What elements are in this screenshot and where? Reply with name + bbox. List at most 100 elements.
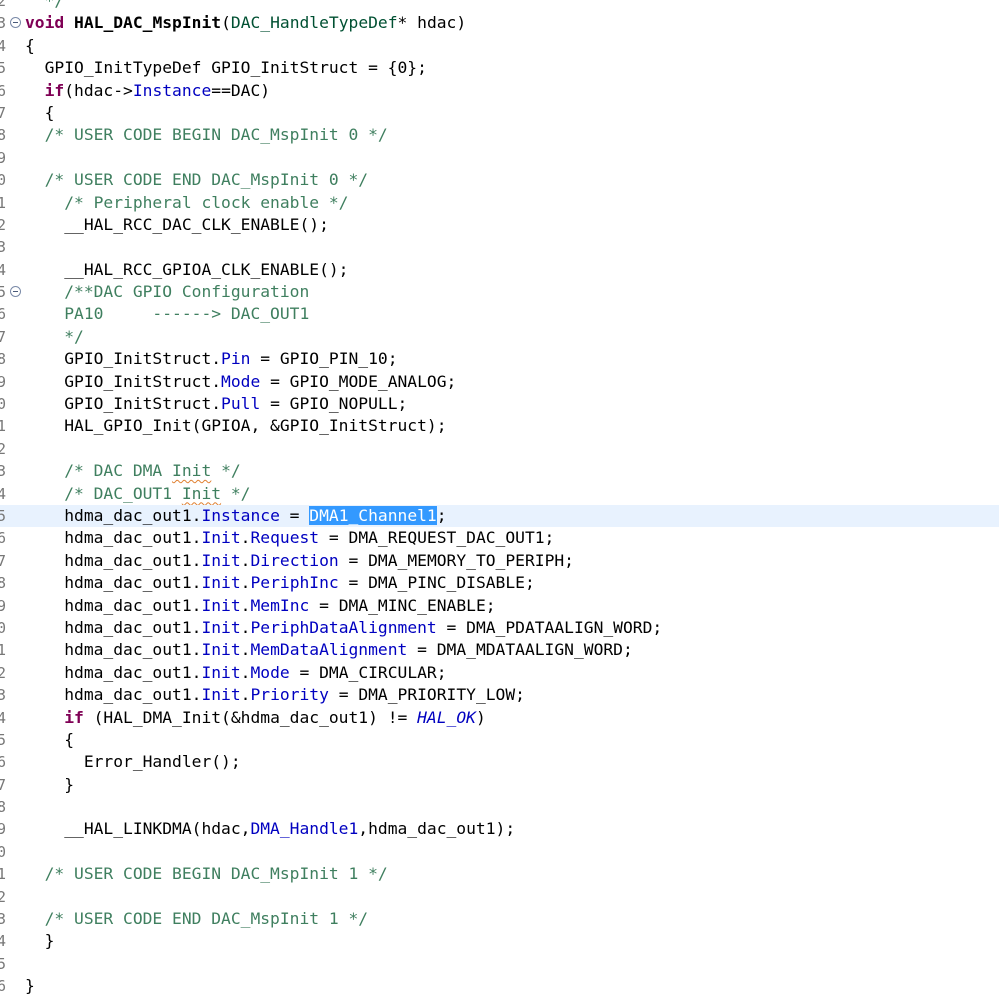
code-editor[interactable]: 2 */3 void HAL_DAC_MspInit(DAC_HandleType… xyxy=(0,0,999,998)
code-token: __HAL_RCC_GPIOA_CLK_ENABLE(); xyxy=(25,259,349,279)
line-number: 7 xyxy=(0,327,7,346)
line-number: 6 xyxy=(0,529,7,548)
code-line[interactable]: 8 xyxy=(0,796,999,818)
code-text: /* USER CODE BEGIN DAC_MspInit 1 */ xyxy=(25,863,388,885)
code-token: /* USER CODE END DAC_MspInit 0 */ xyxy=(25,170,369,190)
code-line[interactable]: 3 /* USER CODE END DAC_MspInit 1 */ xyxy=(0,908,999,930)
line-number: 6 xyxy=(0,753,7,772)
code-text: hdma_dac_out1.Init.Direction = DMA_MEMOR… xyxy=(25,550,574,572)
code-text: { xyxy=(25,102,55,124)
code-token: ( xyxy=(221,13,231,33)
code-token: Init xyxy=(201,640,241,660)
code-line[interactable]: 2 xyxy=(0,438,999,460)
line-number: 4 xyxy=(0,708,7,727)
code-line[interactable]: 1 hdma_dac_out1.Init.MemDataAlignment = … xyxy=(0,639,999,661)
code-token: } xyxy=(25,774,75,794)
code-text: } xyxy=(25,975,35,997)
code-line[interactable]: 3 void HAL_DAC_MspInit(DAC_HandleTypeDef*… xyxy=(0,12,999,34)
code-line[interactable]: 9 GPIO_InitStruct.Mode = GPIO_MODE_ANALO… xyxy=(0,371,999,393)
code-token: Pull xyxy=(221,394,261,414)
code-line[interactable]: 3 hdma_dac_out1.Init.Priority = DMA_PRIO… xyxy=(0,684,999,706)
code-line[interactable]: 2 hdma_dac_out1.Init.Mode = DMA_CIRCULAR… xyxy=(0,662,999,684)
code-line[interactable]: 6 PA10 ------> DAC_OUT1 xyxy=(0,303,999,325)
code-line[interactable]: 3 xyxy=(0,236,999,258)
code-line[interactable]: 4{ xyxy=(0,35,999,57)
code-text: hdma_dac_out1.Init.MemDataAlignment = DM… xyxy=(25,639,633,661)
code-line[interactable]: 7 hdma_dac_out1.Init.Direction = DMA_MEM… xyxy=(0,550,999,572)
code-line[interactable]: 4 __HAL_RCC_GPIOA_CLK_ENABLE(); xyxy=(0,259,999,281)
code-line[interactable]: 2 __HAL_RCC_DAC_CLK_ENABLE(); xyxy=(0,214,999,236)
code-line[interactable]: 9 xyxy=(0,147,999,169)
code-token: MemInc xyxy=(250,595,310,615)
code-text: HAL_GPIO_Init(GPIOA, &GPIO_InitStruct); xyxy=(25,415,446,437)
code-line[interactable]: 5 hdma_dac_out1.Instance = DMA1_Channel1… xyxy=(0,504,999,528)
line-number: 0 xyxy=(0,842,7,861)
code-token: * hdac) xyxy=(397,13,467,33)
code-line[interactable]: 1 /* USER CODE BEGIN DAC_MspInit 1 */ xyxy=(0,863,999,885)
code-line[interactable]: 5 /**DAC GPIO Configuration xyxy=(0,281,999,303)
code-line[interactable]: 6 Error_Handler(); xyxy=(0,751,999,773)
code-line[interactable]: 2 xyxy=(0,886,999,908)
code-line[interactable]: 2 */ xyxy=(0,0,999,12)
code-token: Mode xyxy=(221,371,261,391)
code-line[interactable]: 7 */ xyxy=(0,326,999,348)
code-text: /* USER CODE BEGIN DAC_MspInit 0 */ xyxy=(25,124,388,146)
code-line[interactable]: 1 HAL_GPIO_Init(GPIOA, &GPIO_InitStruct)… xyxy=(0,415,999,437)
code-token: . xyxy=(240,685,251,705)
code-token: DAC_HandleTypeDef xyxy=(230,13,398,33)
code-token: hdma_dac_out1. xyxy=(25,573,202,593)
code-line[interactable]: 0 /* USER CODE END DAC_MspInit 0 */ xyxy=(0,169,999,191)
line-number: 3 xyxy=(0,462,7,481)
code-line[interactable]: 6 hdma_dac_out1.Init.Request = DMA_REQUE… xyxy=(0,527,999,549)
code-token: */ xyxy=(211,461,241,481)
code-line[interactable]: 9 __HAL_LINKDMA(hdac,DMA_Handle1,hdma_da… xyxy=(0,818,999,840)
code-token: */ xyxy=(221,483,251,503)
code-token: Pin xyxy=(221,349,251,369)
line-number: 4 xyxy=(0,260,7,279)
code-text: if(hdac->Instance==DAC) xyxy=(25,80,270,102)
code-line[interactable]: 4 if (HAL_DMA_Init(&hdma_dac_out1) != HA… xyxy=(0,707,999,729)
code-token: hdma_dac_out1. xyxy=(25,685,202,705)
line-number: 1 xyxy=(0,641,7,660)
code-token: . xyxy=(240,617,251,637)
code-token: } xyxy=(25,976,35,996)
code-line[interactable]: 8 GPIO_InitStruct.Pin = GPIO_PIN_10; xyxy=(0,348,999,370)
code-text: /* USER CODE END DAC_MspInit 1 */ xyxy=(25,908,368,930)
code-line[interactable]: 3 /* DAC DMA Init */ xyxy=(0,460,999,482)
code-text: hdma_dac_out1.Init.Priority = DMA_PRIORI… xyxy=(25,684,525,706)
fold-toggle-icon[interactable] xyxy=(10,286,21,298)
code-text: __HAL_RCC_DAC_CLK_ENABLE(); xyxy=(25,214,329,236)
code-line[interactable]: 8 hdma_dac_out1.Init.PeriphInc = DMA_PIN… xyxy=(0,572,999,594)
line-number: 0 xyxy=(0,171,7,190)
selected-text: DMA1_Channel1 xyxy=(309,505,437,525)
code-line[interactable]: 6 if(hdac->Instance==DAC) xyxy=(0,80,999,102)
code-line[interactable]: 4 /* DAC_OUT1 Init */ xyxy=(0,483,999,505)
code-text: hdma_dac_out1.Init.MemInc = DMA_MINC_ENA… xyxy=(25,595,495,617)
code-token: } xyxy=(25,931,55,951)
code-token: Init xyxy=(201,662,241,682)
line-number: 3 xyxy=(0,910,7,929)
code-token: Init xyxy=(201,528,241,548)
code-line[interactable]: 9 hdma_dac_out1.Init.MemInc = DMA_MINC_E… xyxy=(0,595,999,617)
code-line[interactable]: 7 } xyxy=(0,774,999,796)
code-line[interactable]: 4 } xyxy=(0,930,999,952)
code-line[interactable]: 1 /* Peripheral clock enable */ xyxy=(0,192,999,214)
code-line[interactable]: 0 xyxy=(0,841,999,863)
code-text: /* Peripheral clock enable */ xyxy=(25,192,348,214)
code-line[interactable]: 0 hdma_dac_out1.Init.PeriphDataAlignment… xyxy=(0,617,999,639)
line-number: 7 xyxy=(0,775,7,794)
code-line[interactable]: 5 { xyxy=(0,729,999,751)
code-line[interactable]: 5 xyxy=(0,953,999,975)
code-token: /* USER CODE BEGIN DAC_MspInit 1 */ xyxy=(25,864,388,884)
line-number: 0 xyxy=(0,618,7,637)
code-line[interactable]: 7 { xyxy=(0,102,999,124)
code-token: = DMA_PDATAALIGN_WORD; xyxy=(436,617,663,637)
code-line[interactable]: 6} xyxy=(0,975,999,997)
code-line[interactable]: 0 GPIO_InitStruct.Pull = GPIO_NOPULL; xyxy=(0,393,999,415)
line-number: 4 xyxy=(0,932,7,951)
code-line[interactable]: 5 GPIO_InitTypeDef GPIO_InitStruct = {0}… xyxy=(0,57,999,79)
code-line[interactable]: 8 /* USER CODE BEGIN DAC_MspInit 0 */ xyxy=(0,124,999,146)
line-number: 5 xyxy=(0,59,7,78)
code-text: */ xyxy=(25,326,84,348)
code-token: . xyxy=(240,573,251,593)
